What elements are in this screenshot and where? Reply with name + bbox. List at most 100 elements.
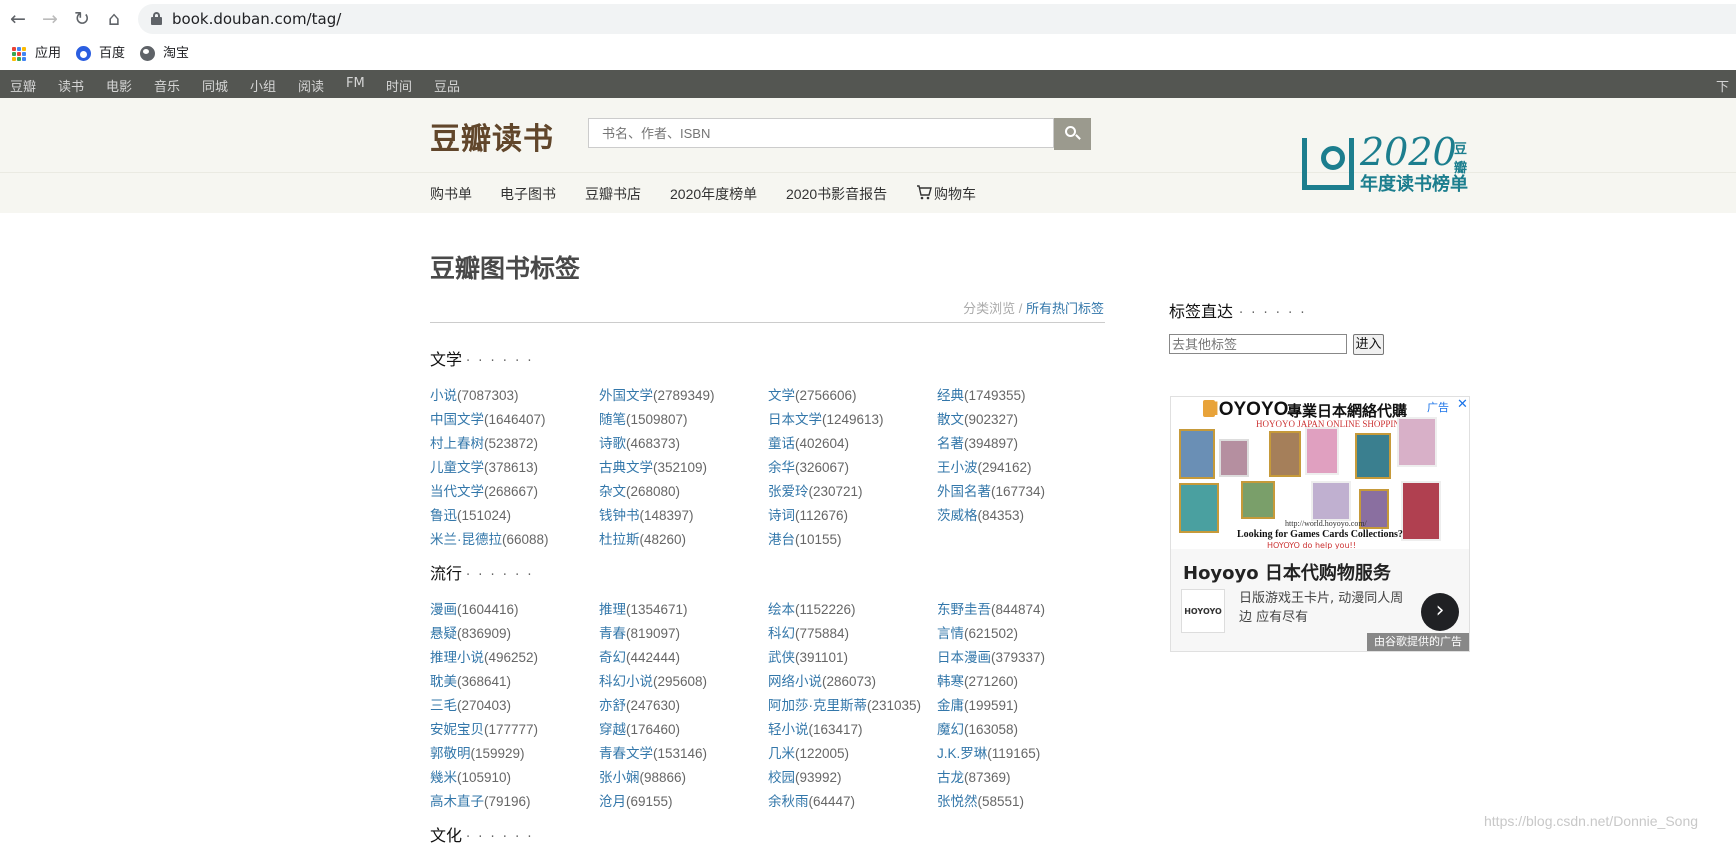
tag-item[interactable]: 文学(2756606) [768, 384, 857, 404]
tag-link[interactable]: 诗词 [768, 508, 795, 523]
subnav-store[interactable]: 豆瓣书店 [585, 184, 641, 204]
bookmark-taobao[interactable]: 淘宝 [140, 44, 189, 64]
tag-item[interactable]: 日本漫画(379337) [937, 646, 1045, 666]
tag-item[interactable]: 武侠(391101) [768, 646, 848, 666]
tag-link[interactable]: 几米 [768, 746, 795, 761]
global-nav-market[interactable]: 豆品 [434, 76, 460, 95]
tag-link[interactable]: 儿童文学 [430, 460, 484, 475]
tag-item[interactable]: 校园(93992) [768, 766, 842, 786]
tag-item[interactable]: 小说(7087303) [430, 384, 519, 404]
forward-arrow-icon[interactable]: → [38, 7, 62, 31]
reload-icon[interactable]: ↻ [70, 7, 94, 31]
tag-link[interactable]: 古龙 [937, 770, 964, 785]
tag-item[interactable]: 余华(326067) [768, 456, 849, 476]
tag-item[interactable]: 余秋雨(64447) [768, 790, 855, 810]
tag-link[interactable]: 日本文学 [768, 412, 822, 427]
tag-link[interactable]: 穿越 [599, 722, 626, 737]
tag-link[interactable]: 王小波 [937, 460, 978, 475]
tag-item[interactable]: 张小娴(98866) [599, 766, 686, 786]
tag-item[interactable]: 港台(10155) [768, 528, 842, 548]
tag-item[interactable]: 漫画(1604416) [430, 598, 519, 618]
global-nav-music[interactable]: 音乐 [154, 76, 180, 95]
tag-item[interactable]: 言情(621502) [937, 622, 1018, 642]
tag-item[interactable]: 推理小说(496252) [430, 646, 538, 666]
all-hot-tags-link[interactable]: 所有热门标签 [1026, 301, 1104, 316]
tag-item[interactable]: 茨威格(84353) [937, 504, 1024, 524]
tag-link[interactable]: 外国文学 [599, 388, 653, 403]
tag-link[interactable]: 米兰·昆德拉 [430, 532, 502, 547]
ad-title[interactable]: Hoyoyo 日本代购物服务 [1183, 559, 1391, 585]
tag-link[interactable]: 诗歌 [599, 436, 626, 451]
tag-link[interactable]: 网络小说 [768, 674, 822, 689]
tag-link[interactable]: 校园 [768, 770, 795, 785]
tag-link[interactable]: 日本漫画 [937, 650, 991, 665]
tag-link[interactable]: 经典 [937, 388, 964, 403]
tag-link[interactable]: 杜拉斯 [599, 532, 640, 547]
tag-item[interactable]: 绘本(1152226) [768, 598, 856, 618]
tag-link[interactable]: 漫画 [430, 602, 457, 617]
tag-link[interactable]: 余华 [768, 460, 795, 475]
search-button[interactable] [1054, 118, 1091, 150]
site-logo[interactable]: 豆瓣读书 [430, 114, 554, 158]
tag-link[interactable]: 港台 [768, 532, 795, 547]
tag-item[interactable]: 诗歌(468373) [599, 432, 680, 452]
tag-link[interactable]: 韩寒 [937, 674, 964, 689]
tag-item[interactable]: 当代文学(268667) [430, 480, 538, 500]
tag-item[interactable]: 经典(1749355) [937, 384, 1026, 404]
tag-link[interactable]: 言情 [937, 626, 964, 641]
tag-item[interactable]: 耽美(368641) [430, 670, 511, 690]
tag-item[interactable]: 网络小说(286073) [768, 670, 876, 690]
global-nav-movie[interactable]: 电影 [106, 76, 132, 95]
google-ad[interactable]: HOYOYO 專業日本網絡代購 HOYOYO JAPAN ONLINE SHOP… [1170, 396, 1470, 652]
tag-item[interactable]: 轻小说(163417) [768, 718, 863, 738]
tag-item[interactable]: 安妮宝贝(177777) [430, 718, 538, 738]
tag-item[interactable]: 名著(394897) [937, 432, 1018, 452]
tag-item[interactable]: 散文(902327) [937, 408, 1018, 428]
ad-choices-label[interactable]: 广告 [1427, 399, 1449, 415]
global-nav-group[interactable]: 小组 [250, 76, 276, 95]
subnav-annual-list[interactable]: 2020年度榜单 [670, 184, 757, 204]
tag-item[interactable]: 张爱玲(230721) [768, 480, 863, 500]
tag-item[interactable]: 奇幻(442444) [599, 646, 680, 666]
tag-item[interactable]: 沧月(69155) [599, 790, 673, 810]
global-nav-douban[interactable]: 豆瓣 [10, 76, 36, 95]
tag-item[interactable]: 儿童文学(378613) [430, 456, 538, 476]
tag-link[interactable]: 随笔 [599, 412, 626, 427]
tag-item[interactable]: 古龙(87369) [937, 766, 1011, 786]
tag-link[interactable]: 散文 [937, 412, 964, 427]
tag-item[interactable]: 外国名著(167734) [937, 480, 1045, 500]
tag-item[interactable]: 亦舒(247630) [599, 694, 680, 714]
tag-link[interactable]: 郭敬明 [430, 746, 471, 761]
tag-item[interactable]: 韩寒(271260) [937, 670, 1018, 690]
tag-item[interactable]: 童话(402604) [768, 432, 849, 452]
tag-link[interactable]: 余秋雨 [768, 794, 809, 809]
subnav-booklist[interactable]: 购书单 [430, 184, 472, 204]
tag-item[interactable]: 鲁迅(151024) [430, 504, 511, 524]
tag-link[interactable]: 三毛 [430, 698, 457, 713]
tag-link[interactable]: 安妮宝贝 [430, 722, 484, 737]
tag-item[interactable]: 村上春树(523872) [430, 432, 538, 452]
search-input[interactable] [588, 118, 1054, 148]
global-nav-fm[interactable]: FM [346, 76, 365, 91]
global-nav-location[interactable]: 同城 [202, 76, 228, 95]
tag-link[interactable]: 青春文学 [599, 746, 653, 761]
tag-link[interactable]: 耽美 [430, 674, 457, 689]
bookmark-apps[interactable]: 应用 [12, 44, 61, 64]
tag-link[interactable]: 青春 [599, 626, 626, 641]
bookmark-baidu[interactable]: 百度 [76, 44, 125, 64]
tag-item[interactable]: 阿加莎·克里斯蒂(231035) [768, 694, 921, 714]
tag-link[interactable]: 古典文学 [599, 460, 653, 475]
tag-link[interactable]: 当代文学 [430, 484, 484, 499]
tag-item[interactable]: 推理(1354671) [599, 598, 688, 618]
global-nav-read[interactable]: 阅读 [298, 76, 324, 95]
tag-item[interactable]: 中国文学(1646407) [430, 408, 546, 428]
tag-link[interactable]: 鲁迅 [430, 508, 457, 523]
tag-link[interactable]: 科幻小说 [599, 674, 653, 689]
tag-link[interactable]: 悬疑 [430, 626, 457, 641]
tag-item[interactable]: 魔幻(163058) [937, 718, 1018, 738]
global-nav-book[interactable]: 读书 [58, 76, 84, 95]
tag-item[interactable]: 科幻(775884) [768, 622, 849, 642]
tag-item[interactable]: 东野圭吾(844874) [937, 598, 1045, 618]
tag-link[interactable]: 奇幻 [599, 650, 626, 665]
tag-link[interactable]: J.K.罗琳 [937, 746, 987, 761]
